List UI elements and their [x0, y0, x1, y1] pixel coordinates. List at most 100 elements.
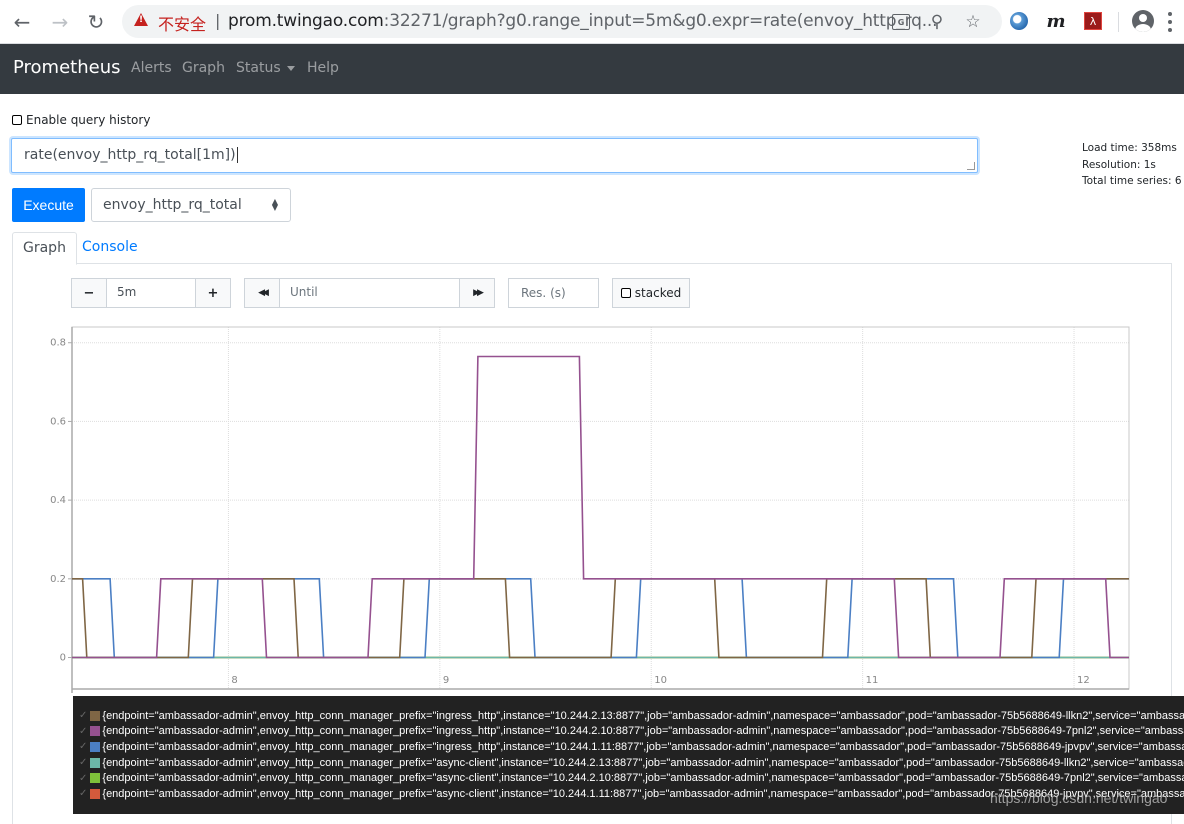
series-line-1 — [72, 577, 1129, 659]
query-history-checkbox[interactable] — [12, 115, 22, 125]
url-text[interactable]: prom.twingao.com:32271/graph?g0.range_in… — [228, 11, 938, 31]
x-tick-label: 9 — [443, 675, 449, 686]
url-host: prom.twingao.com — [228, 11, 384, 31]
total-series: Total time series: 6 — [1082, 175, 1182, 187]
separator: | — [215, 11, 221, 30]
legend-item[interactable]: ✓ {endpoint="ambassador-admin",envoy_http… — [73, 708, 1184, 724]
resolution: Resolution: 1s — [1082, 158, 1156, 171]
legend-item[interactable]: ✓ {endpoint="ambassador-admin",envoy_http… — [73, 724, 1184, 740]
legend-swatch — [90, 757, 101, 768]
y-tick-label: 0.2 — [50, 574, 66, 585]
nav-status-label: Status — [236, 60, 281, 76]
nav-status[interactable]: Status — [236, 60, 295, 76]
y-tick-label: 0.6 — [50, 416, 66, 427]
warning-icon — [134, 13, 148, 26]
legend-item[interactable]: ✓ {endpoint="ambassador-admin",envoy_http… — [73, 739, 1184, 755]
graph-chart: 0 0.2 0.4 0.6 0.8 8 9 10 11 12 — [30, 322, 1140, 698]
expression-text: rate(envoy_http_rq_total[1m]) — [24, 147, 236, 163]
legend-label: {endpoint="ambassador-admin",envoy_http_… — [102, 772, 1184, 785]
brand-logo[interactable]: Prometheus — [13, 57, 121, 78]
time-back-button[interactable]: ◀◀ — [245, 279, 279, 307]
range-input[interactable]: 5m — [106, 279, 196, 307]
range-control: − 5m + — [71, 278, 231, 308]
y-tick-label: 0 — [60, 653, 66, 664]
y-tick-label: 0.4 — [50, 495, 66, 506]
legend-swatch — [90, 710, 101, 721]
series-layer — [72, 355, 1129, 659]
browser-toolbar: ← → ↻ 不安全 | prom.twingao.com:32271/graph… — [0, 0, 1184, 44]
execute-button[interactable]: Execute — [12, 188, 85, 222]
star-icon[interactable]: ☆ — [962, 11, 984, 33]
stacked-checkbox[interactable] — [620, 288, 631, 298]
legend-label: {endpoint="ambassador-admin",envoy_http_… — [102, 756, 1184, 769]
x-tick-label: 8 — [231, 675, 237, 686]
query-history-label: Enable query history — [26, 113, 151, 127]
toolbar-divider — [1118, 12, 1119, 32]
checkmark-icon[interactable]: ✓ — [79, 773, 87, 784]
tab-graph[interactable]: Graph — [12, 232, 77, 265]
legend-item[interactable]: ✓ {endpoint="ambassador-admin",envoy_http… — [73, 755, 1184, 771]
x-tick-label: 11 — [866, 675, 879, 686]
checkmark-icon[interactable]: ✓ — [79, 741, 87, 752]
translate-icon[interactable]: G — [890, 11, 912, 33]
range-decrease-button[interactable]: − — [72, 279, 106, 307]
insecure-label[interactable]: 不安全 — [158, 11, 206, 35]
until-input[interactable]: Until — [279, 279, 460, 307]
checkmark-icon[interactable]: ✓ — [79, 726, 87, 737]
enable-query-history[interactable]: Enable query history — [12, 113, 150, 127]
select-arrows-icon: ▲ ▼ — [271, 197, 278, 212]
nav-alerts[interactable]: Alerts — [131, 60, 172, 76]
end-time-control: ◀◀ Until ▶▶ — [244, 278, 495, 308]
stacked-label: stacked — [634, 286, 682, 300]
legend-label: {endpoint="ambassador-admin",envoy_http_… — [102, 740, 1184, 753]
pdf-extension-icon[interactable]: λ — [1082, 10, 1104, 32]
y-tick-label: 0.8 — [50, 338, 66, 349]
legend-item[interactable]: ✓ {endpoint="ambassador-admin",envoy_http… — [73, 770, 1184, 786]
series-line-3 — [72, 577, 1129, 659]
reload-icon[interactable]: ↻ — [84, 10, 108, 34]
chart-svg: 0 0.2 0.4 0.6 0.8 8 9 10 11 12 — [50, 326, 1130, 693]
series-line-2 — [72, 355, 1129, 659]
extension-icon[interactable] — [1008, 10, 1030, 32]
resolution-input[interactable]: Res. (s) — [508, 278, 599, 308]
grid-layer — [72, 327, 1129, 689]
tab-console[interactable]: Console — [72, 232, 148, 264]
nav-graph[interactable]: Graph — [182, 60, 225, 76]
metric-select-value: envoy_http_rq_total — [103, 197, 242, 213]
url-path: :32271/graph?g0.range_input=5m&g0.expr=r… — [383, 11, 938, 31]
query-stats: Load time: 358ms Resolution: 1s Total ti… — [1082, 140, 1182, 190]
legend-swatch — [90, 726, 101, 737]
text-cursor — [236, 147, 238, 163]
time-forward-button[interactable]: ▶▶ — [460, 279, 494, 307]
menu-icon[interactable] — [1168, 12, 1172, 32]
checkmark-icon[interactable]: ✓ — [79, 757, 87, 768]
forward-icon[interactable]: → — [48, 10, 72, 34]
load-time: Load time: 358ms — [1082, 142, 1177, 154]
checkmark-icon[interactable]: ✓ — [79, 788, 87, 799]
resize-handle[interactable] — [967, 162, 975, 170]
range-increase-button[interactable]: + — [196, 279, 230, 307]
caret-down-icon — [286, 65, 295, 71]
navbar: Prometheus Alerts Graph Status Help — [0, 44, 1184, 94]
watermark: https://blog.csdn.net/twingao — [990, 790, 1168, 806]
nav-help[interactable]: Help — [307, 60, 339, 76]
x-tick-label: 10 — [654, 675, 667, 686]
expression-input[interactable]: rate(envoy_http_rq_total[1m]) — [11, 138, 978, 173]
legend-label: {endpoint="ambassador-admin",envoy_http_… — [102, 725, 1184, 738]
legend-label: {endpoint="ambassador-admin",envoy_http_… — [102, 709, 1184, 722]
axis-layer: 0 0.2 0.4 0.6 0.8 8 9 10 11 12 — [50, 326, 1130, 693]
legend-swatch — [90, 788, 101, 799]
x-tick-label: 12 — [1077, 675, 1090, 686]
profile-icon[interactable] — [1132, 10, 1154, 32]
m-extension-icon[interactable]: m — [1045, 10, 1067, 32]
stacked-toggle[interactable]: stacked — [612, 278, 690, 308]
checkmark-icon[interactable]: ✓ — [79, 710, 87, 721]
metric-select[interactable]: envoy_http_rq_total ▲ ▼ — [91, 188, 291, 222]
plot-frame — [71, 326, 1130, 690]
tab-bar: Graph Console — [12, 232, 1172, 265]
legend-swatch — [90, 773, 101, 784]
legend-swatch — [90, 741, 101, 752]
address-bar[interactable]: 不安全 | prom.twingao.com:32271/graph?g0.ra… — [122, 5, 1002, 38]
zoom-out-icon[interactable]: ⚲ — [926, 11, 948, 33]
back-icon[interactable]: ← — [10, 10, 34, 34]
